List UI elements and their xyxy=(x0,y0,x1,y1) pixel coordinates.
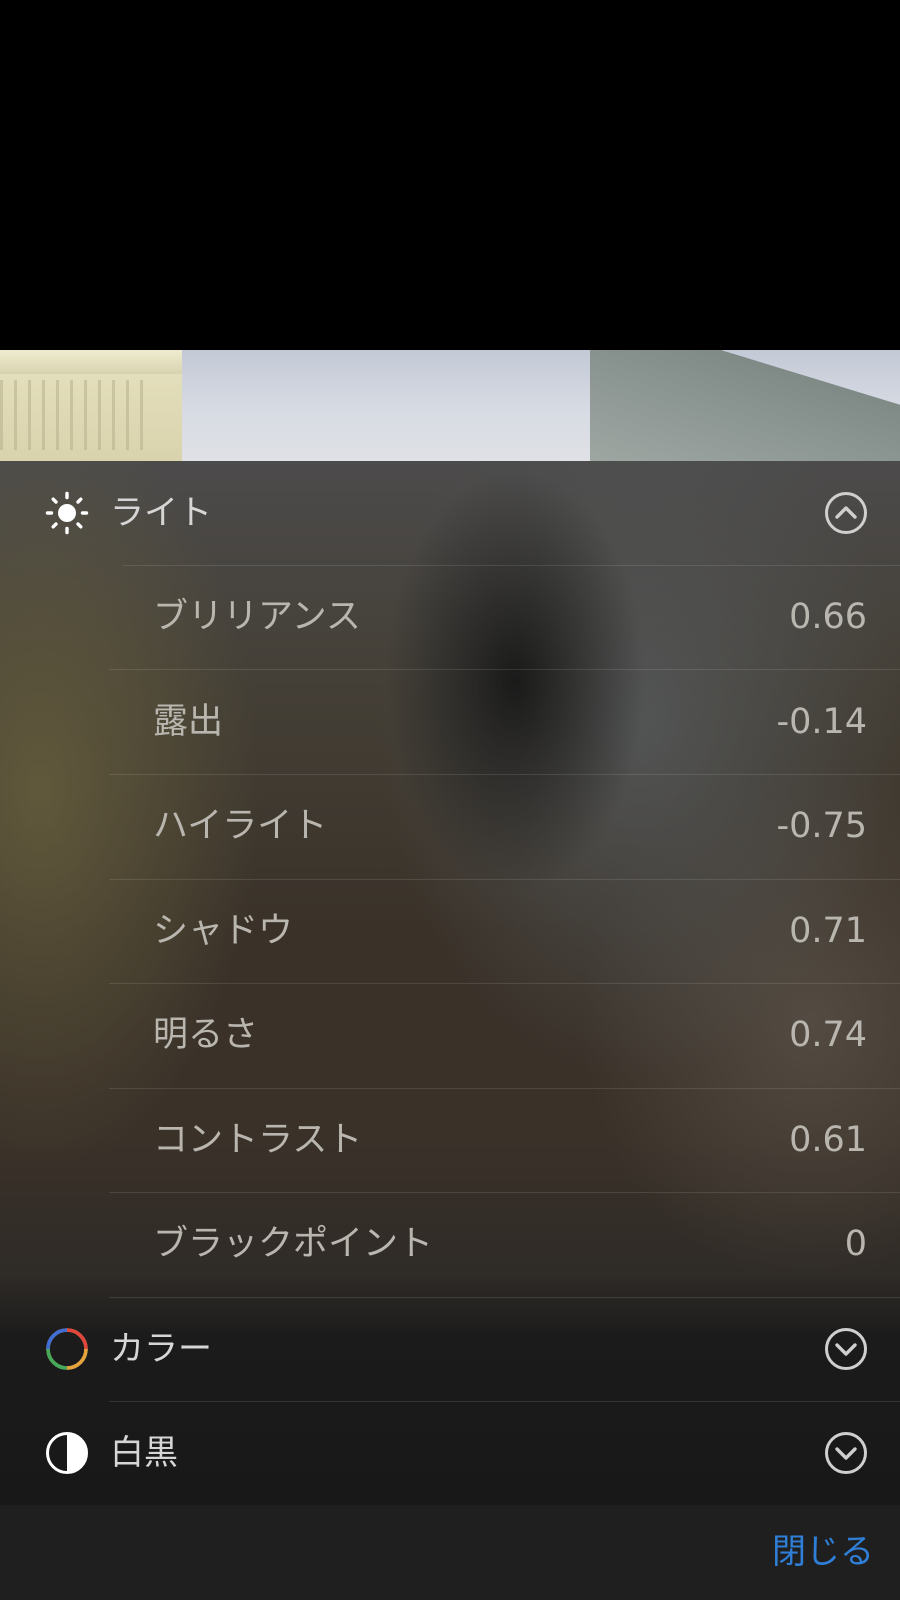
chevron-down-icon[interactable] xyxy=(824,1327,868,1371)
sun-icon xyxy=(45,491,89,535)
adjustment-label: 明るさ xyxy=(153,1015,259,1055)
section-color[interactable]: カラー xyxy=(0,1297,900,1401)
adjustment-label: 露出 xyxy=(153,702,224,742)
adjustment-row-brightness[interactable]: 明るさ 0.74 xyxy=(0,983,900,1087)
adjustment-row-highlights[interactable]: ハイライト -0.75 xyxy=(0,774,900,878)
half-circle-icon xyxy=(46,1432,88,1474)
adjustment-row-contrast[interactable]: コントラスト 0.61 xyxy=(0,1088,900,1192)
adjustment-label: ハイライト xyxy=(153,806,328,846)
adjustment-label: ブリリアンス xyxy=(153,597,361,637)
bottom-toolbar: 閉じる xyxy=(0,1505,900,1600)
adjustment-value: -0.75 xyxy=(776,806,867,846)
photo-preview xyxy=(0,350,900,461)
adjustment-row-brilliance[interactable]: ブリリアンス 0.66 xyxy=(0,565,900,669)
adjustment-label: シャドウ xyxy=(153,911,294,951)
chevron-down-icon[interactable] xyxy=(824,1431,868,1475)
chevron-up-icon[interactable] xyxy=(824,491,868,535)
adjustment-row-exposure[interactable]: 露出 -0.14 xyxy=(0,670,900,774)
adjustment-value: 0.66 xyxy=(789,597,867,637)
close-button[interactable]: 閉じる xyxy=(772,1527,874,1577)
black-letterbox xyxy=(0,0,900,350)
section-color-label: カラー xyxy=(110,1329,212,1369)
adjustment-row-shadows[interactable]: シャドウ 0.71 xyxy=(0,879,900,983)
adjustment-label: コントラスト xyxy=(153,1120,363,1160)
adjustment-value: 0.71 xyxy=(789,911,867,951)
section-light[interactable]: ライト xyxy=(0,461,900,565)
adjustment-row-black-point[interactable]: ブラックポイント 0 xyxy=(0,1192,900,1296)
building-left xyxy=(0,350,182,461)
color-wheel-icon xyxy=(46,1328,88,1370)
adjustment-value: 0.61 xyxy=(789,1120,867,1160)
section-light-label: ライト xyxy=(110,493,212,533)
adjustment-label: ブラックポイント xyxy=(153,1224,434,1264)
section-bw-label: 白黒 xyxy=(110,1433,178,1473)
adjustment-value: -0.14 xyxy=(776,702,867,742)
building-right xyxy=(590,350,900,461)
section-bw[interactable]: 白黒 xyxy=(0,1401,900,1505)
adjustment-panel: ライト ブリリアンス 0.66 露出 -0.14 ハイライト -0.75 シャド… xyxy=(0,461,900,1505)
adjustment-value: 0.74 xyxy=(789,1015,867,1055)
adjustment-value: 0 xyxy=(844,1224,867,1264)
